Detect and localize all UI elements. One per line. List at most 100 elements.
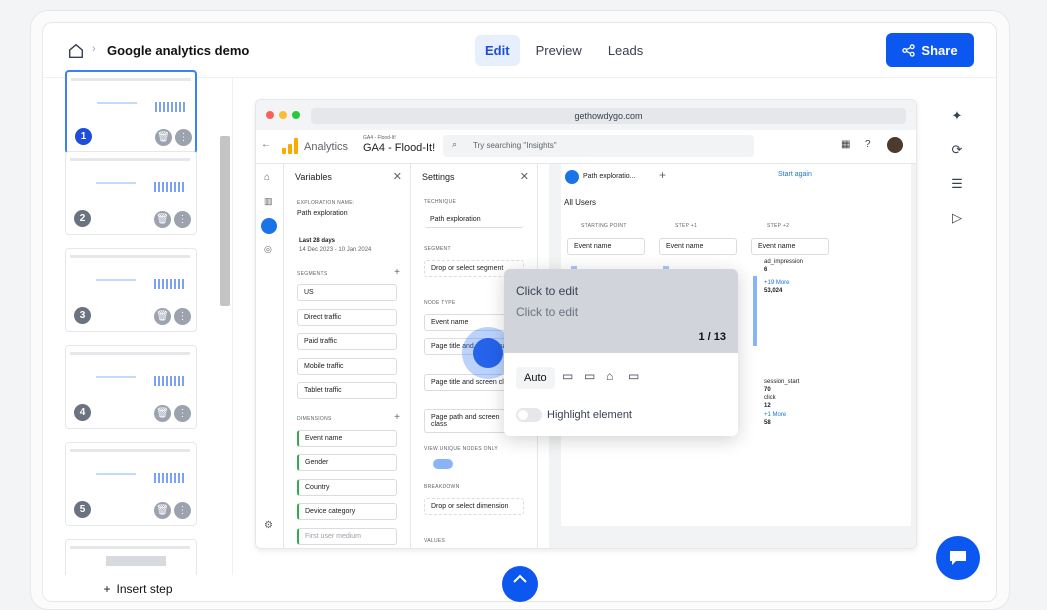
segment-chip[interactable]: US — [297, 284, 397, 301]
chat-button[interactable] — [936, 536, 980, 580]
help-icon[interactable]: ? — [865, 139, 871, 150]
address-bar: gethowdygo.com — [311, 108, 906, 124]
tooltip-top-icon[interactable]: ⌂ — [606, 369, 613, 383]
col-step-2: STEP +2 — [767, 223, 790, 229]
start-again-link[interactable]: Start again — [778, 171, 812, 178]
dimensions-caption: DIMENSIONS — [297, 416, 332, 422]
tab-leads[interactable]: Leads — [598, 35, 653, 66]
unique-nodes-toggle[interactable] — [433, 459, 453, 469]
step-thumbnail[interactable]: 5 🗑 ⋮ — [65, 442, 197, 526]
step-thumbnail[interactable]: 4 🗑 ⋮ — [65, 345, 197, 429]
dimension-chip[interactable]: Event name — [297, 430, 397, 447]
date-range[interactable]: 14 Dec 2023 - 10 Jan 2024 — [299, 247, 371, 253]
delete-icon[interactable]: 🗑 — [154, 405, 171, 422]
more-link[interactable]: +19 More — [764, 280, 790, 286]
dimension-chip[interactable]: First user medium — [297, 528, 397, 545]
delete-icon[interactable]: 🗑 — [155, 129, 172, 146]
add-tab-icon[interactable]: + — [659, 168, 666, 182]
analytics-logo-icon — [282, 138, 298, 154]
avatar[interactable] — [887, 137, 903, 153]
node-selector[interactable]: Event name — [659, 238, 737, 255]
more-icon[interactable]: ⋮ — [174, 405, 191, 422]
popup-body[interactable]: Click to edit — [516, 305, 578, 319]
more-icon[interactable]: ⋮ — [175, 129, 192, 146]
tooltip-left-icon[interactable]: ▭ — [628, 369, 639, 383]
share-label: Share — [921, 42, 958, 58]
magic-wand-icon[interactable]: ✦ — [952, 108, 963, 124]
gear-icon[interactable]: ⚙ — [264, 520, 273, 531]
more-link[interactable]: +1 More — [764, 412, 786, 418]
more-icon[interactable]: ⋮ — [174, 502, 191, 519]
delete-icon[interactable]: 🗑 — [154, 308, 171, 325]
plus-icon: + — [103, 582, 111, 596]
refresh-icon[interactable]: ⟳ — [952, 142, 963, 158]
dimension-chip[interactable]: Device category — [297, 503, 397, 520]
tab-edit[interactable]: Edit — [475, 35, 520, 66]
mode-tabs: Edit Preview Leads — [475, 35, 653, 66]
highlight-toggle[interactable] — [516, 408, 542, 422]
steps-sidebar: 1 🗑 ⋮ 2 🗑 ⋮ 3 🗑 ⋮ 4 🗑 ⋮ 5 🗑 ⋮ + Insert s… — [43, 70, 233, 601]
node-name: click — [764, 395, 776, 401]
explore-icon[interactable] — [261, 218, 277, 234]
dimension-chip[interactable]: Country — [297, 479, 397, 496]
node-value: 6 — [764, 267, 768, 273]
node-selector[interactable]: Event name — [751, 238, 829, 255]
tab-exploration[interactable]: Path exploratio... — [583, 173, 636, 180]
ga-property-name[interactable]: GA4 - Flood-It! — [363, 142, 435, 154]
breakdown-drop-zone[interactable]: Drop or select dimension — [424, 498, 524, 515]
share-button[interactable]: Share — [886, 33, 974, 67]
tooltip-bottom-icon[interactable]: ▭ — [562, 369, 573, 383]
step-thumbnail[interactable]: 2 🗑 ⋮ — [65, 151, 197, 235]
insert-step-button[interactable]: + Insert step — [43, 575, 233, 601]
ga-header: ← Analytics GA4 - Flood-It! GA4 - Flood-… — [256, 130, 916, 164]
add-segment-icon[interactable]: + — [394, 267, 400, 278]
sidebar-scrollbar[interactable] — [220, 136, 230, 306]
close-icon[interactable]: ✕ — [520, 170, 529, 183]
popup-content[interactable]: Click to edit Click to edit 1 / 13 — [504, 269, 738, 353]
tooltip-right-icon[interactable]: ▭ — [584, 369, 595, 383]
technique-select[interactable]: Path exploration — [424, 212, 524, 228]
exploration-name-caption: EXPLORATION NAME: — [297, 200, 355, 206]
segment-chip[interactable]: Paid traffic — [297, 333, 397, 350]
date-label[interactable]: Last 28 days — [299, 238, 335, 244]
step-thumbnail[interactable] — [65, 539, 197, 579]
segment-chip[interactable]: Direct traffic — [297, 309, 397, 326]
step-thumbnail[interactable]: 1 🗑 ⋮ — [65, 70, 197, 154]
insert-step-label: Insert step — [116, 582, 173, 596]
home-icon[interactable]: ⌂ — [264, 172, 270, 183]
share-icon — [902, 43, 916, 57]
popup-title[interactable]: Click to edit — [516, 284, 578, 298]
highlight-label: Highlight element — [547, 409, 632, 421]
close-dot — [266, 111, 274, 119]
close-icon[interactable]: ✕ — [393, 170, 402, 183]
position-auto-button[interactable]: Auto — [516, 367, 555, 389]
reports-icon[interactable]: ▥ — [264, 196, 273, 207]
delete-icon[interactable]: 🗑 — [154, 502, 171, 519]
play-icon[interactable]: ▷ — [952, 210, 962, 226]
path-bar[interactable] — [753, 276, 757, 346]
delete-icon[interactable]: 🗑 — [154, 211, 171, 228]
node-value: 70 — [764, 387, 771, 393]
exploration-name[interactable]: Path exploration — [297, 210, 348, 217]
segment-chip[interactable]: Mobile traffic — [297, 358, 397, 375]
tab-preview[interactable]: Preview — [526, 35, 592, 66]
scroll-up-button[interactable] — [502, 566, 538, 602]
home-icon[interactable] — [67, 42, 85, 60]
segment-chip[interactable]: Tablet traffic — [297, 382, 397, 399]
segments-caption: SEGMENTS — [297, 271, 328, 277]
col-step-1: STEP +1 — [675, 223, 698, 229]
dimension-chip[interactable]: Gender — [297, 454, 397, 471]
ga-search-input[interactable]: Try searching "Insights" — [443, 135, 754, 157]
step-thumbnail[interactable]: 3 🗑 ⋮ — [65, 248, 197, 332]
advertising-icon[interactable]: ◎ — [264, 244, 272, 255]
list-icon[interactable]: ☰ — [951, 176, 963, 192]
more-icon[interactable]: ⋮ — [174, 211, 191, 228]
chevron-up-icon — [513, 574, 527, 583]
segment-caption: SEGMENT — [424, 246, 451, 252]
add-dimension-icon[interactable]: + — [394, 412, 400, 423]
explore-tab-icon — [565, 170, 579, 184]
node-selector[interactable]: Event name — [567, 238, 645, 255]
back-arrow-icon[interactable]: ← — [261, 139, 271, 150]
apps-icon[interactable]: ▦ — [841, 139, 850, 150]
more-icon[interactable]: ⋮ — [174, 308, 191, 325]
